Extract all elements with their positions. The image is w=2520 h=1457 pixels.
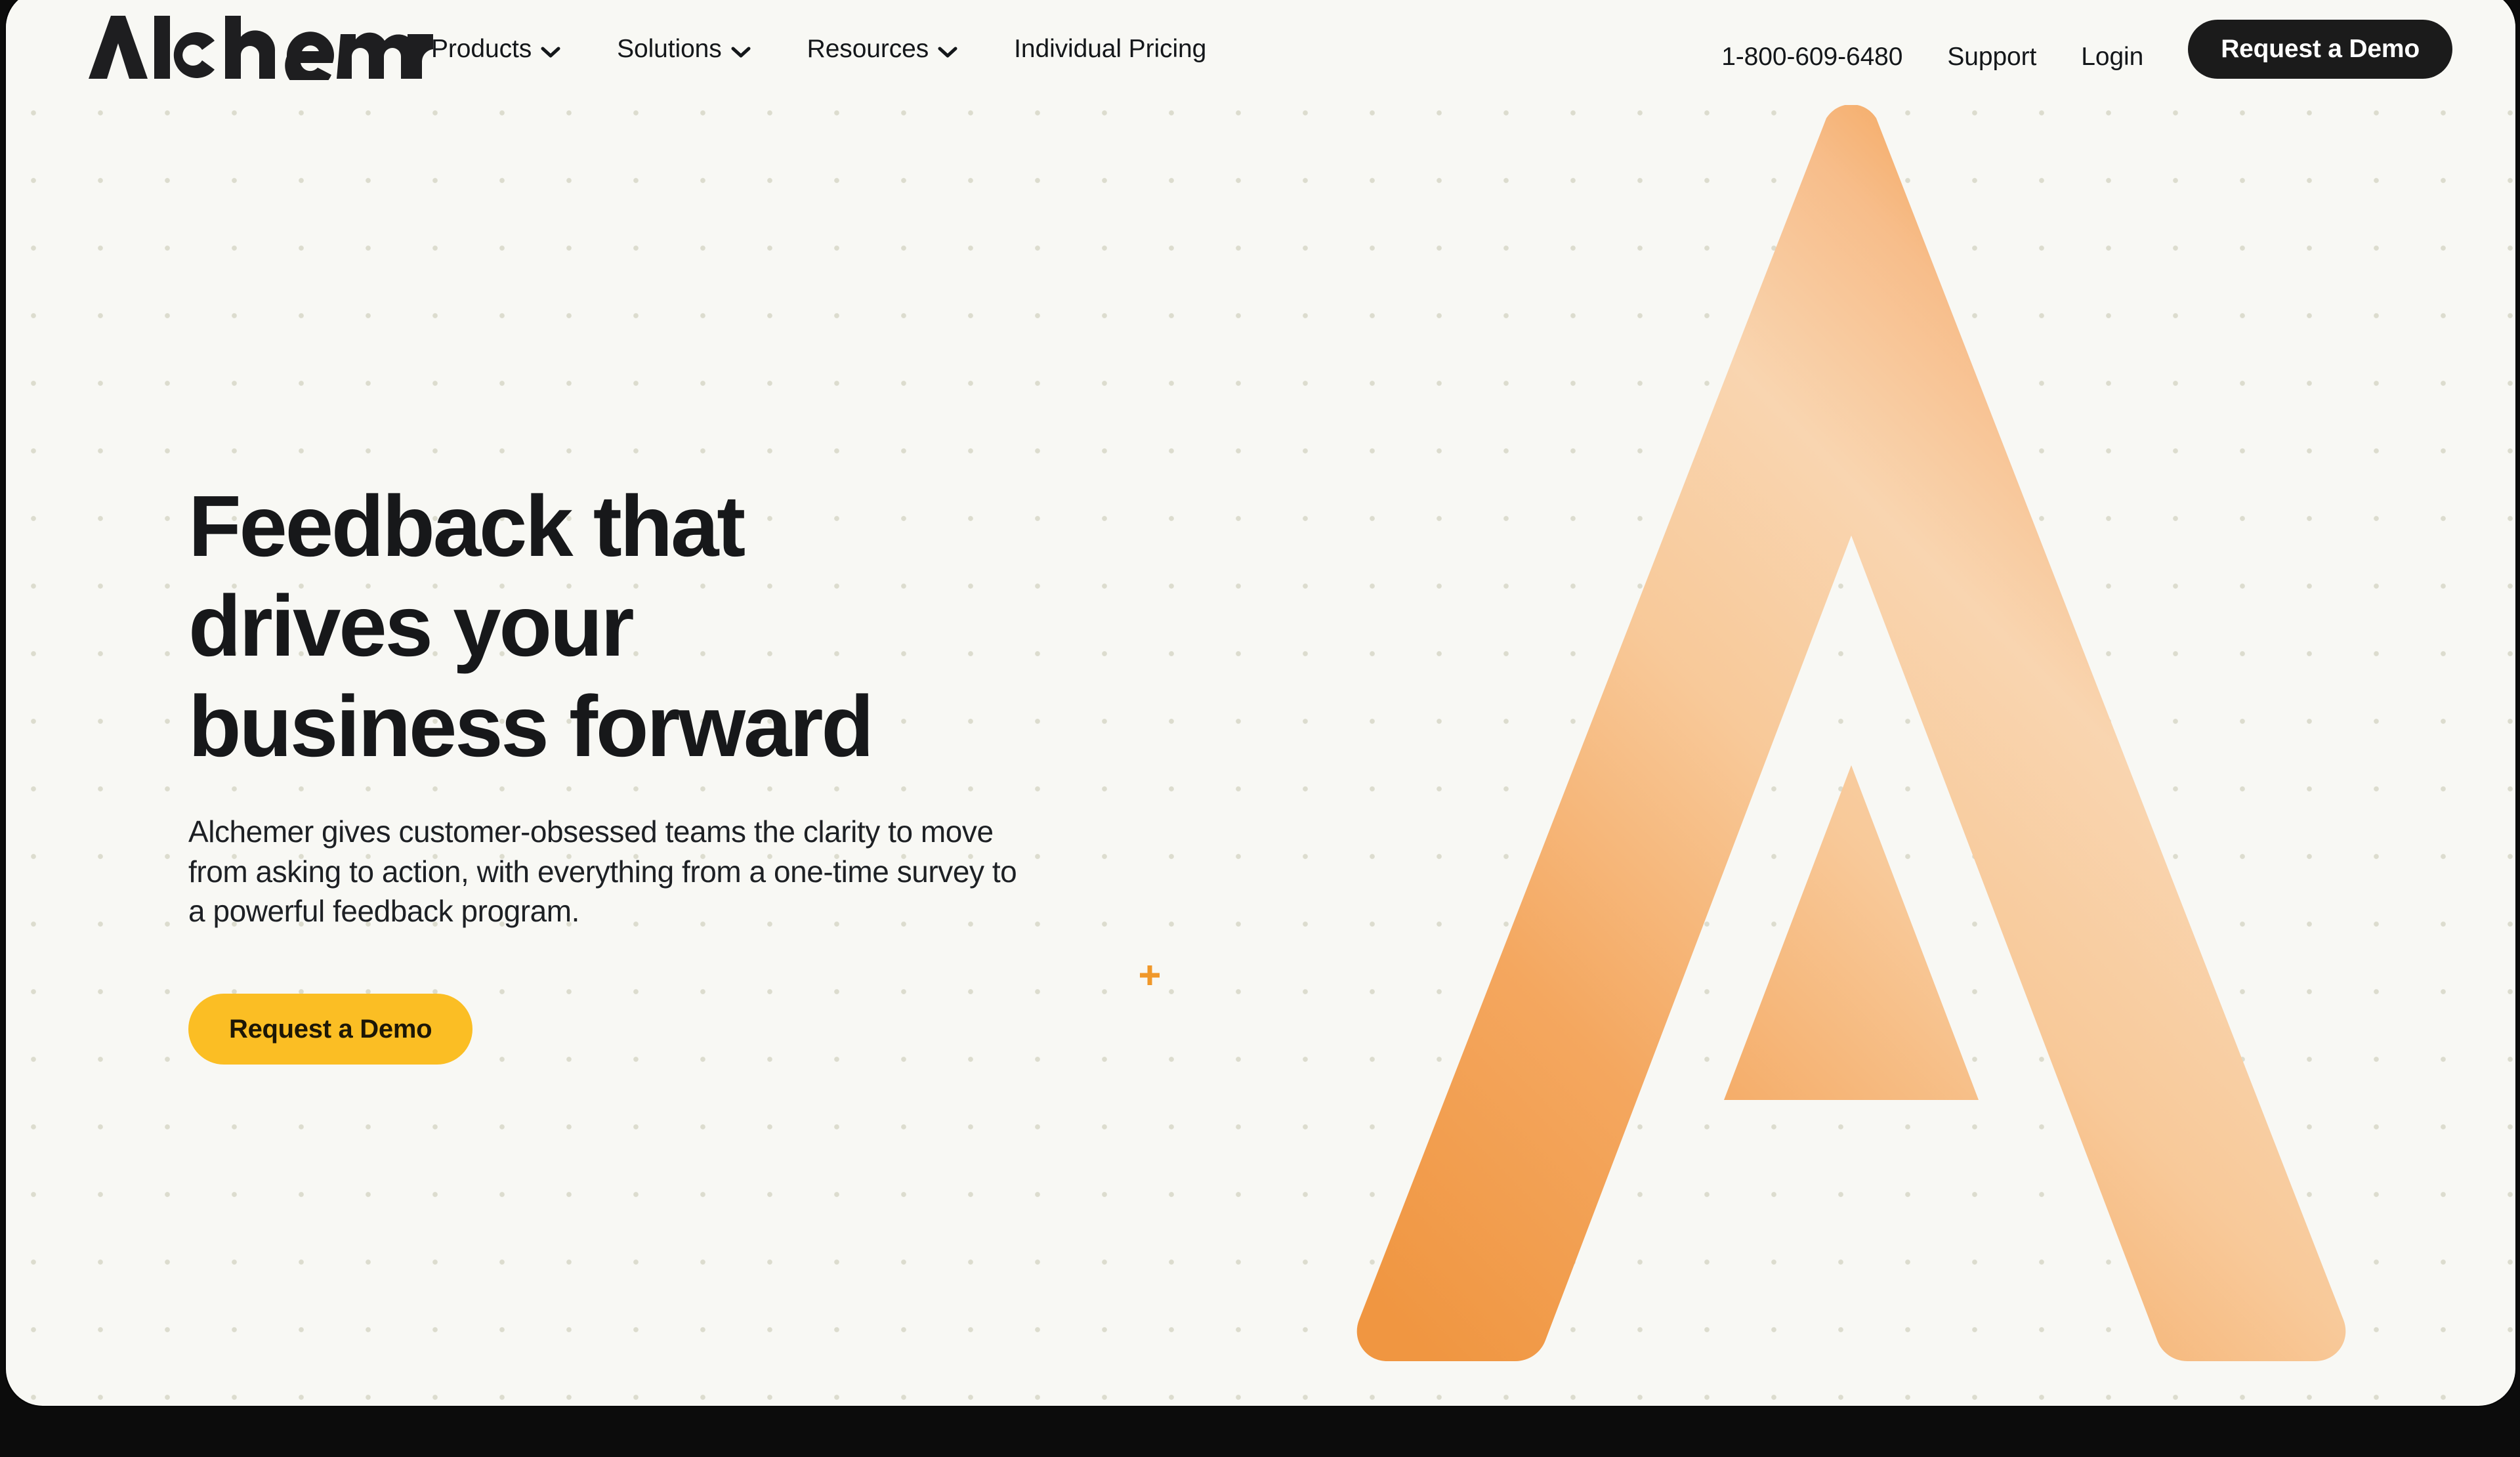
support-link[interactable]: Support xyxy=(1947,30,2036,70)
header-inner: Products Solutions Resources Individual … xyxy=(6,0,2515,105)
hero-headline: Feedback that drives your business forwa… xyxy=(188,478,874,774)
nav-item-label: Resources xyxy=(807,34,929,63)
alchemer-wordmark-icon[interactable] xyxy=(75,14,433,80)
nav-item-products[interactable]: Products xyxy=(431,33,560,65)
nav-item-solutions[interactable]: Solutions xyxy=(617,33,751,65)
primary-nav: Products Solutions Resources Individual … xyxy=(431,33,1206,65)
device-frame: Products Solutions Resources Individual … xyxy=(0,0,2520,1457)
nav-item-label: Individual Pricing xyxy=(1014,34,1207,63)
page-viewport: Products Solutions Resources Individual … xyxy=(6,0,2515,1406)
hero-request-demo-button[interactable]: Request a Demo xyxy=(188,994,473,1065)
chevron-down-icon xyxy=(731,36,751,65)
utility-nav: 1-800-609-6480 Support Login Request a D… xyxy=(1721,20,2452,79)
phone-number-link[interactable]: 1-800-609-6480 xyxy=(1721,30,1902,70)
chevron-down-icon xyxy=(541,36,560,65)
login-link[interactable]: Login xyxy=(2081,30,2143,70)
alchemer-a-mark-icon xyxy=(1161,102,2515,1406)
nav-item-individual-pricing[interactable]: Individual Pricing xyxy=(1014,35,1206,64)
hero-section: Feedback that drives your business forwa… xyxy=(6,102,2515,1406)
hero-copy: Feedback that drives your business forwa… xyxy=(188,476,1107,1065)
site-header: Products Solutions Resources Individual … xyxy=(6,0,2515,105)
hero-subcopy: Alchemer gives customer-obsessed teams t… xyxy=(188,814,1017,928)
nav-item-label: Products xyxy=(431,34,532,63)
nav-item-resources[interactable]: Resources xyxy=(807,33,958,65)
nav-item-label: Solutions xyxy=(617,34,722,63)
header-request-demo-button[interactable]: Request a Demo xyxy=(2188,20,2452,79)
plus-icon xyxy=(1139,964,1161,986)
chevron-down-icon xyxy=(938,36,957,65)
